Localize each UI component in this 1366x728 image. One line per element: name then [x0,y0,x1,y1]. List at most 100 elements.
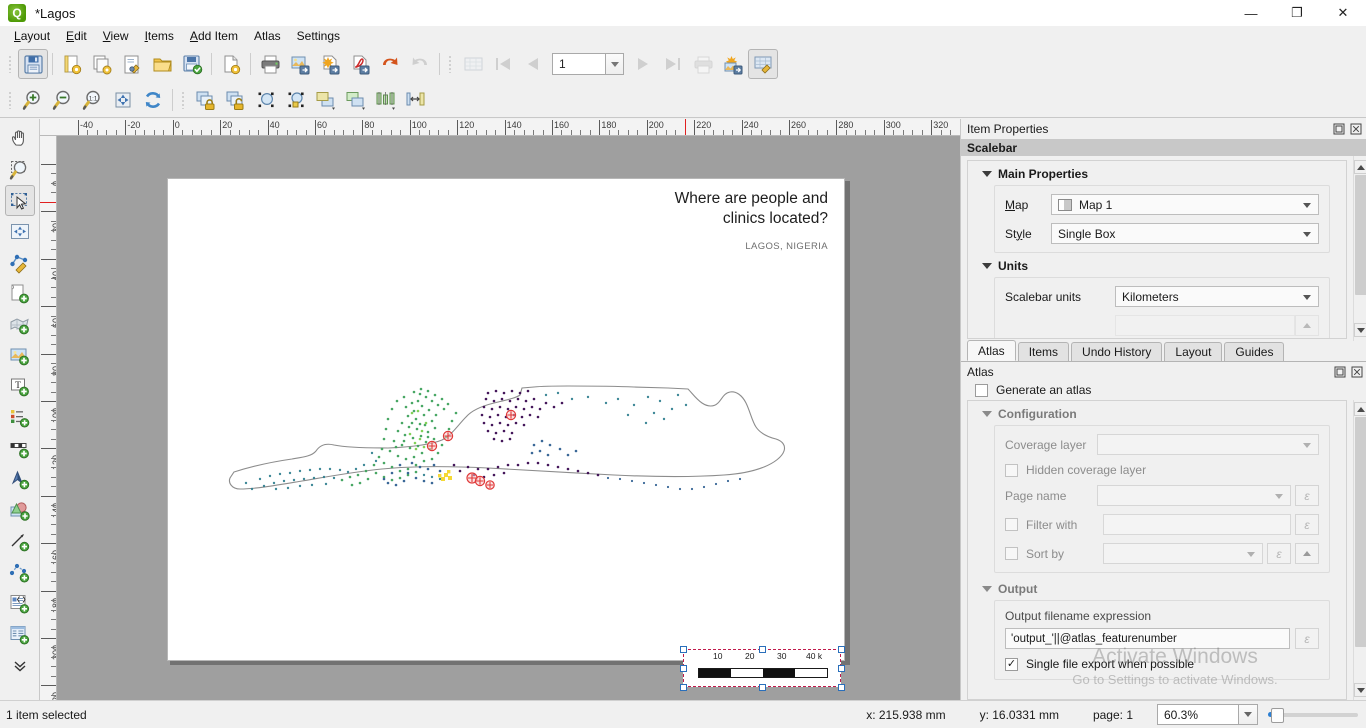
layout-page[interactable]: Where are people and clinics located? LA… [167,178,845,691]
last-feature-button[interactable] [658,49,688,79]
menu-view[interactable]: View [95,27,137,45]
save-project-button[interactable] [18,49,48,79]
add-north-arrow-button[interactable] [5,464,35,495]
atlas-scroll-up-arrow[interactable] [1354,402,1366,416]
close-button[interactable]: ✕ [1320,0,1366,26]
export-svg-button[interactable] [315,49,345,79]
resize-handle-w[interactable] [680,665,687,672]
float-panel-button[interactable] [1332,123,1345,136]
resize-handle-n[interactable] [759,646,766,653]
zoom-tool[interactable] [5,154,35,185]
single-file-export-row[interactable]: ✓ Single file export when possible [1005,657,1319,671]
filter-with-checkbox[interactable] [1005,518,1018,531]
filter-with-expression-button[interactable]: ε [1295,514,1319,535]
add-picture-button[interactable] [5,340,35,371]
filter-with-input[interactable] [1103,514,1291,535]
hidden-coverage-layer-checkbox[interactable] [1005,463,1018,477]
map-combo[interactable]: Map 1 [1051,194,1319,215]
zoom-level-dropdown-arrow[interactable] [1239,704,1258,725]
atlas-scroll-thumb[interactable] [1355,417,1366,647]
add-map-button[interactable] [5,309,35,340]
ungroup-items-button[interactable] [281,85,311,115]
print-layout-button[interactable] [255,49,285,79]
menu-add-item[interactable]: Add Item [182,27,246,45]
print-atlas-button[interactable] [688,49,718,79]
resize-handle-se[interactable] [838,684,845,691]
item-properties-scrollbar[interactable] [1353,156,1366,341]
add-scalebar-button[interactable] [5,433,35,464]
zoom-to-extent-button[interactable] [108,85,138,115]
toolbar-grip[interactable] [7,52,15,76]
undo-button[interactable] [375,49,405,79]
tab-layout[interactable]: Layout [1164,342,1223,361]
main-properties-group-header[interactable]: Main Properties [968,161,1346,185]
preview-atlas-button[interactable] [458,49,488,79]
scroll-up-arrow[interactable] [1354,160,1366,174]
add-page-button[interactable] [5,278,35,309]
add-label-button[interactable]: T [5,371,35,402]
page-name-combo[interactable] [1097,485,1291,506]
close-atlas-panel-button[interactable] [1350,366,1363,379]
new-report-button[interactable] [216,49,246,79]
spin-up-button[interactable] [1295,315,1319,336]
sort-direction-button[interactable] [1295,543,1319,564]
single-file-export-checkbox[interactable]: ✓ [1005,657,1018,671]
align-items-button[interactable] [371,85,401,115]
first-feature-button[interactable] [488,49,518,79]
sort-by-expression-button[interactable]: ε [1267,543,1291,564]
atlas-page-selector[interactable]: 1 [552,53,624,75]
page-name-expression-button[interactable]: ε [1295,485,1319,506]
sort-by-combo[interactable] [1103,543,1263,564]
new-layout-button[interactable] [57,49,87,79]
previous-feature-button[interactable] [518,49,548,79]
more-tools-button[interactable] [5,650,35,681]
next-feature-button[interactable] [628,49,658,79]
atlas-page-input[interactable]: 1 [552,53,606,75]
resize-handle-nw[interactable] [680,646,687,653]
add-shape-button[interactable] [5,495,35,526]
select-move-item-tool[interactable] [4,185,35,216]
menu-atlas[interactable]: Atlas [246,27,289,45]
resize-handle-ne[interactable] [838,646,845,653]
minimize-button[interactable]: — [1228,0,1274,26]
pan-layout-tool[interactable] [5,123,35,154]
output-filename-input[interactable]: 'output_'||@atlas_featurenumber [1005,628,1290,649]
map-item[interactable] [216,379,801,509]
atlas-toolbar-grip[interactable] [447,52,455,76]
tab-guides[interactable]: Guides [1224,342,1285,361]
menu-items[interactable]: Items [137,27,182,45]
zoom-level-control[interactable]: 60.3% [1157,704,1258,725]
add-html-button[interactable] [5,588,35,619]
zoom-level-input[interactable]: 60.3% [1157,704,1239,725]
export-pdf-button[interactable] [345,49,375,79]
configuration-group-header[interactable]: Configuration [968,401,1346,425]
lock-items-button[interactable] [191,85,221,115]
tab-atlas[interactable]: Atlas [967,340,1016,361]
output-filename-expression-button[interactable]: ε [1295,628,1319,649]
duplicate-layout-button[interactable] [87,49,117,79]
atlas-scrollbar[interactable] [1353,400,1366,700]
nav-toolbar-grip[interactable] [7,88,15,112]
close-panel-button[interactable] [1349,123,1362,136]
zoom-slider-knob[interactable] [1271,707,1284,723]
scroll-down-arrow[interactable] [1354,323,1366,337]
add-arrow-button[interactable] [5,526,35,557]
export-image-button[interactable] [285,49,315,79]
redo-button[interactable] [405,49,435,79]
scroll-thumb[interactable] [1355,175,1366,295]
resize-handle-s[interactable] [759,684,766,691]
distribute-items-button[interactable] [401,85,431,115]
layout-manager-button[interactable] [117,49,147,79]
units-group-header[interactable]: Units [968,253,1346,277]
resize-handle-e[interactable] [838,665,845,672]
add-legend-button[interactable] [5,402,35,433]
menu-settings[interactable]: Settings [289,27,348,45]
style-combo[interactable]: Single Box [1051,223,1319,244]
open-layout-button[interactable] [147,49,177,79]
add-node-item-button[interactable] [5,557,35,588]
zoom-in-button[interactable] [18,85,48,115]
hidden-coverage-layer-row[interactable]: Hidden coverage layer [1005,463,1319,477]
output-group-header[interactable]: Output [968,573,1346,600]
scalebar-item[interactable]: 10 20 30 40 k [680,646,845,691]
zoom-slider[interactable] [1268,705,1358,725]
